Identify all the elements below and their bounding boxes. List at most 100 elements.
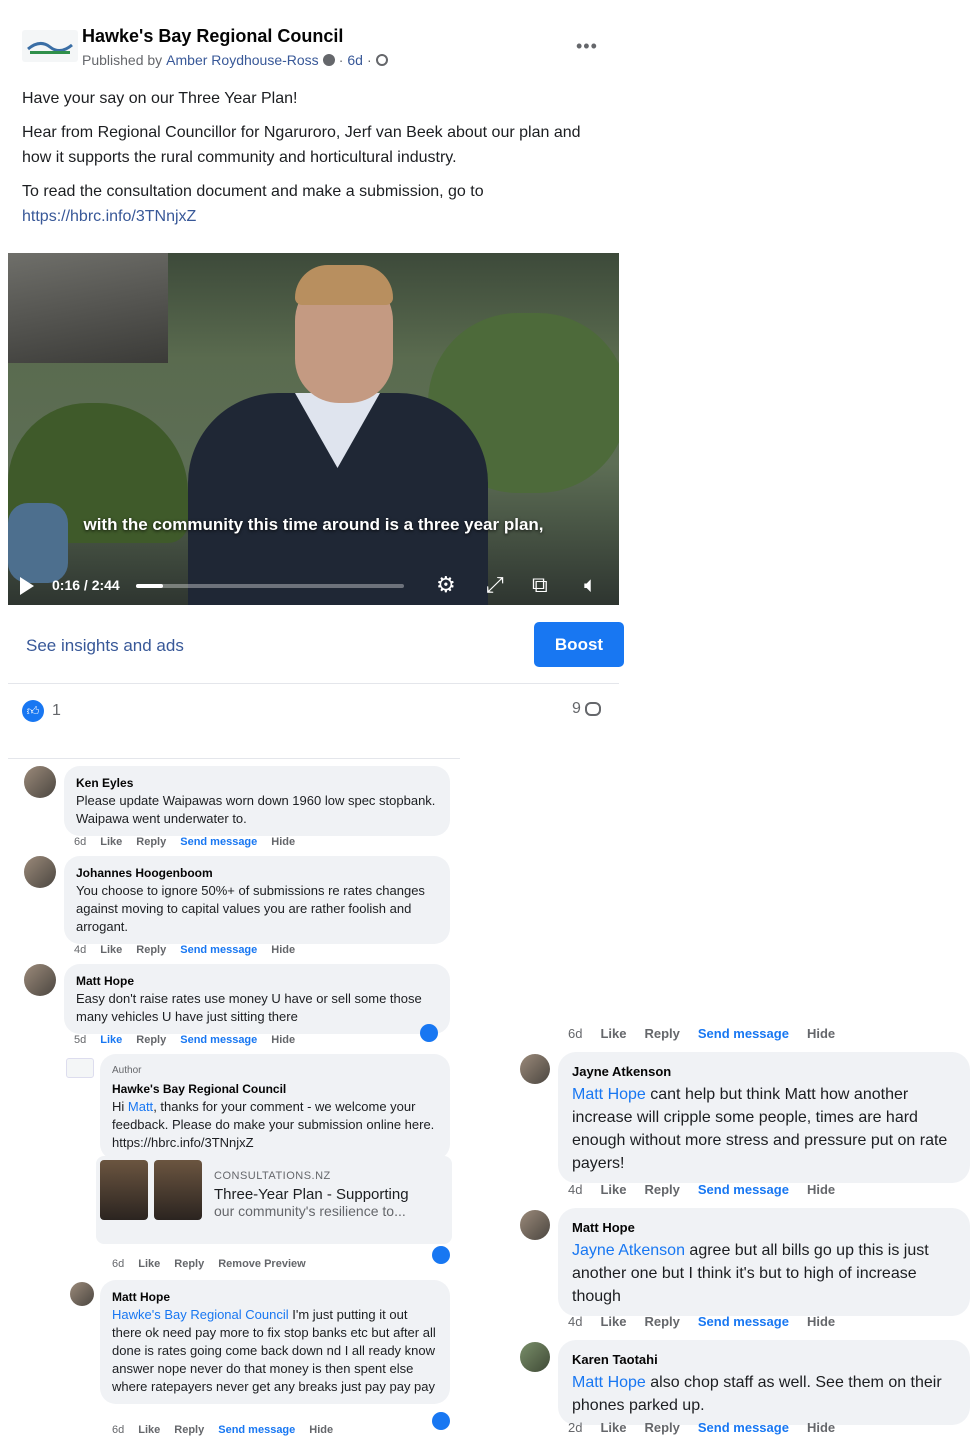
comment-age[interactable]: 6d [112,1424,124,1436]
hide-action[interactable]: Hide [807,1182,835,1197]
mention-link[interactable]: Matt [128,1099,153,1114]
avatar[interactable] [24,856,56,888]
avatar[interactable] [520,1054,550,1084]
comment-age[interactable]: 6d [112,1258,124,1270]
comment-age[interactable]: 4d [74,944,86,956]
comment-actions: 2d Like Reply Send message Hide [568,1420,835,1435]
info-icon[interactable] [322,54,335,66]
mention-link[interactable]: Matt Hope [572,1374,646,1391]
comment-age[interactable]: 4d [568,1314,582,1329]
comment-age[interactable]: 6d [568,1026,582,1041]
reply-action[interactable]: Reply [644,1182,679,1197]
like-action[interactable]: Like [138,1258,160,1270]
mention-link[interactable]: Matt Hope [572,1086,646,1103]
reply-author-name[interactable]: Matt Hope [112,1288,438,1306]
comment-age[interactable]: 5d [74,1034,86,1046]
hide-action[interactable]: Hide [807,1314,835,1329]
avatar[interactable] [520,1342,550,1372]
avatar[interactable] [520,1210,550,1240]
post-text-line3: To read the consultation document and ma… [22,183,484,200]
video-progress-track[interactable] [136,584,404,588]
reply-bubble: Matt Hope Hawke's Bay Regional Council I… [100,1280,450,1404]
comment-age[interactable]: 2d [568,1420,582,1435]
preview-desc: our community's resilience to... [214,1203,406,1219]
volume-icon[interactable]: 🔈︎ [584,573,597,597]
comment-actions: 4d Like Reply Send message Hide [74,944,295,956]
comment-age[interactable]: 6d [74,836,86,848]
page-logo[interactable] [22,30,78,62]
like-reaction-icon[interactable] [432,1412,450,1430]
like-reaction-icon[interactable] [432,1246,450,1264]
comment-bubble: Karen Taotahi Matt Hope also chop staff … [558,1340,970,1425]
send-message-action[interactable]: Send message [180,944,257,956]
post-body: Have your say on our Three Year Plan! He… [22,86,612,229]
link-preview-card[interactable]: CONSULTATIONS.NZ Three-Year Plan - Suppo… [96,1156,452,1244]
commenter-name[interactable]: Johannes Hoogenboom [76,864,438,882]
remove-preview-action[interactable]: Remove Preview [218,1258,305,1270]
like-action[interactable]: Like [100,944,122,956]
like-reaction-icon[interactable] [420,1024,438,1042]
reply-author-name[interactable]: Hawke's Bay Regional Council [112,1080,438,1098]
boost-button[interactable]: Boost [534,622,624,667]
send-message-action[interactable]: Send message [180,1034,257,1046]
video-player[interactable]: with the community this time around is a… [8,253,619,605]
avatar[interactable] [24,766,56,798]
send-message-action[interactable]: Send message [180,836,257,848]
reply-action[interactable]: Reply [136,836,166,848]
comment-actions: 6d Like Reply Send message Hide [74,836,295,848]
hide-action[interactable]: Hide [271,1034,295,1046]
send-message-action[interactable]: Send message [698,1420,789,1435]
send-message-action[interactable]: Send message [698,1314,789,1329]
like-action[interactable]: Like [600,1420,626,1435]
post-link[interactable]: https://hbrc.info/3TNnjxZ [22,208,196,225]
commenter-name[interactable]: Karen Taotahi [572,1348,956,1371]
commenter-name[interactable]: Matt Hope [76,972,438,990]
picture-in-picture-icon[interactable]: ⧉ [532,573,548,597]
reply-action[interactable]: Reply [644,1026,679,1041]
reply-action[interactable]: Reply [136,944,166,956]
play-icon[interactable] [20,577,34,595]
avatar[interactable] [24,964,56,996]
like-action[interactable]: Like [100,836,122,848]
hide-action[interactable]: Hide [271,944,295,956]
author-link[interactable]: Amber Roydhouse-Ross [166,52,319,68]
reply-text-pre: Hi [112,1099,128,1114]
page-logo[interactable] [66,1058,94,1078]
commenter-name[interactable]: Jayne Atkenson [572,1060,956,1083]
commenter-name[interactable]: Ken Eyles [76,774,438,792]
reply-action[interactable]: Reply [136,1034,166,1046]
settings-gear-icon[interactable]: ⚙ [436,573,456,597]
avatar[interactable] [70,1282,94,1306]
send-message-action[interactable]: Send message [698,1182,789,1197]
comment-count[interactable]: 9 [572,700,601,718]
post-age[interactable]: 6d [347,52,363,68]
post-card: Hawke's Bay Regional Council Published b… [8,8,624,688]
like-action[interactable]: Like [100,1034,122,1046]
like-action[interactable]: Like [600,1026,626,1041]
mention-link[interactable]: Jayne Atkenson [572,1242,685,1259]
reply-action[interactable]: Reply [174,1258,204,1270]
fullscreen-icon[interactable]: ⤢ [486,573,504,597]
comment-text: Easy don't raise rates use money U have … [76,991,422,1024]
send-message-action[interactable]: Send message [698,1026,789,1041]
hide-action[interactable]: Hide [807,1420,835,1435]
commenter-name[interactable]: Matt Hope [572,1216,956,1239]
reply-action[interactable]: Reply [174,1424,204,1436]
mention-link[interactable]: Hawke's Bay Regional Council [112,1307,289,1322]
comment-age[interactable]: 4d [568,1182,582,1197]
like-action[interactable]: Like [600,1182,626,1197]
reply-action[interactable]: Reply [644,1420,679,1435]
comment-text: You choose to ignore 50%+ of submissions… [76,883,425,934]
like-action[interactable]: Like [600,1314,626,1329]
hide-action[interactable]: Hide [271,836,295,848]
see-insights-link[interactable]: See insights and ads [26,636,184,656]
reaction-summary[interactable]: 👍︎ 1 [22,700,61,722]
comment-text: Please update Waipawas worn down 1960 lo… [76,793,436,826]
like-action[interactable]: Like [138,1424,160,1436]
reply-action[interactable]: Reply [644,1314,679,1329]
more-options-button[interactable]: ••• [576,36,598,57]
hide-action[interactable]: Hide [807,1026,835,1041]
send-message-action[interactable]: Send message [218,1424,295,1436]
hide-action[interactable]: Hide [309,1424,333,1436]
page-name[interactable]: Hawke's Bay Regional Council [82,26,343,47]
